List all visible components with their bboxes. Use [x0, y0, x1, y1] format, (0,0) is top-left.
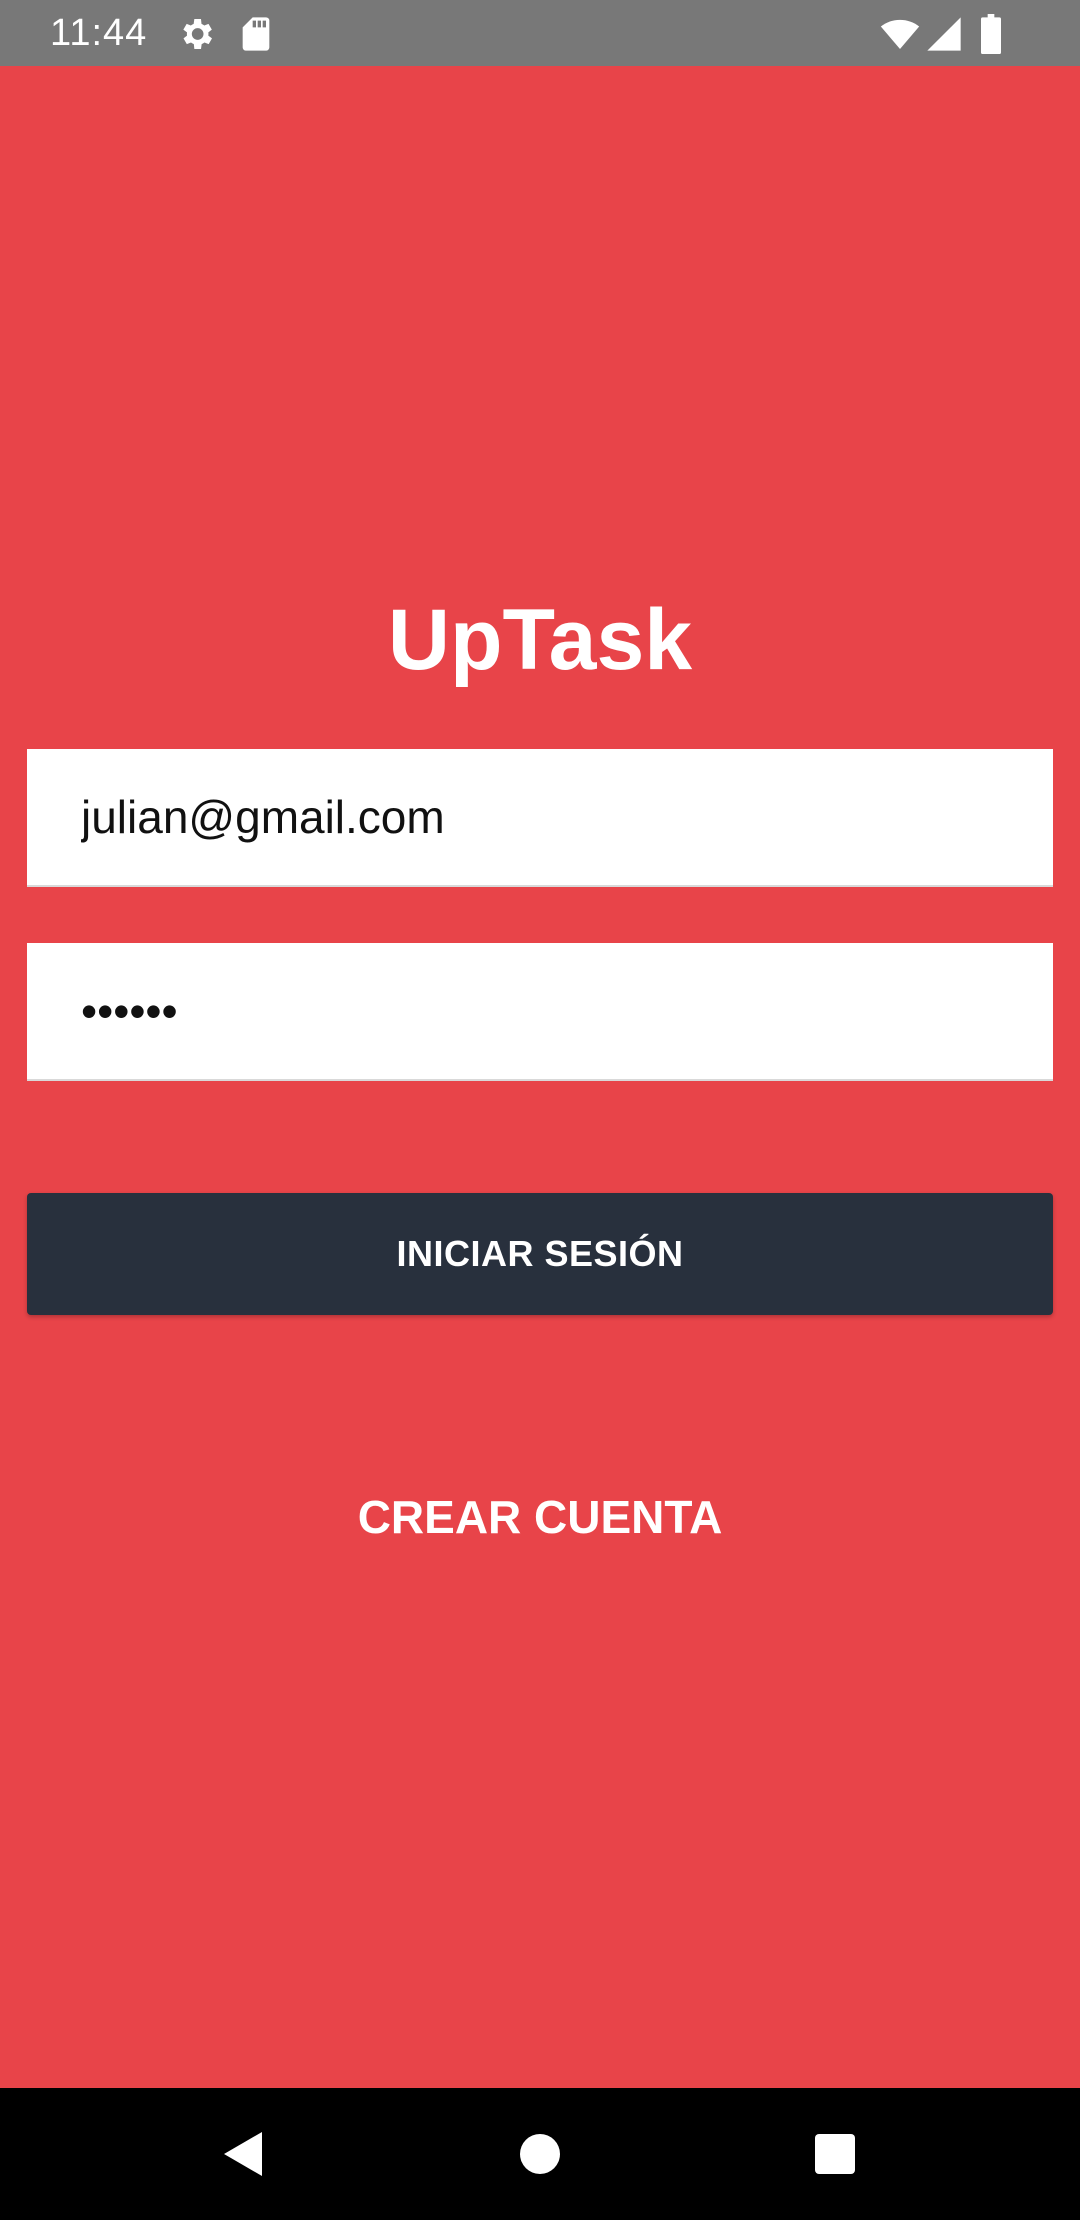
sd-card-icon: [236, 14, 276, 54]
login-screen: 11:44 UpTask INICIAR SESIÓN CREAR CUENTA: [0, 0, 1080, 2220]
app-title: UpTask: [387, 592, 693, 688]
navigation-bar: [0, 2088, 1080, 2220]
home-icon[interactable]: [500, 2114, 580, 2194]
password-field[interactable]: [81, 943, 1021, 1079]
wifi-icon: [878, 14, 922, 54]
email-field[interactable]: [81, 749, 1021, 885]
battery-icon: [976, 14, 1006, 54]
login-button-label: INICIAR SESIÓN: [396, 1233, 684, 1274]
signal-icon: [924, 14, 964, 54]
create-account-label: CREAR CUENTA: [357, 1491, 723, 1543]
create-account-button[interactable]: CREAR CUENTA: [0, 1484, 1080, 1550]
status-time: 11:44: [50, 12, 148, 54]
email-field-container: [27, 749, 1053, 887]
password-field-container: [27, 943, 1053, 1081]
status-bar: 11:44: [0, 0, 1080, 66]
recents-icon[interactable]: [795, 2114, 875, 2194]
settings-icon: [176, 14, 216, 54]
back-icon[interactable]: [204, 2114, 284, 2194]
login-button[interactable]: INICIAR SESIÓN: [27, 1193, 1053, 1315]
